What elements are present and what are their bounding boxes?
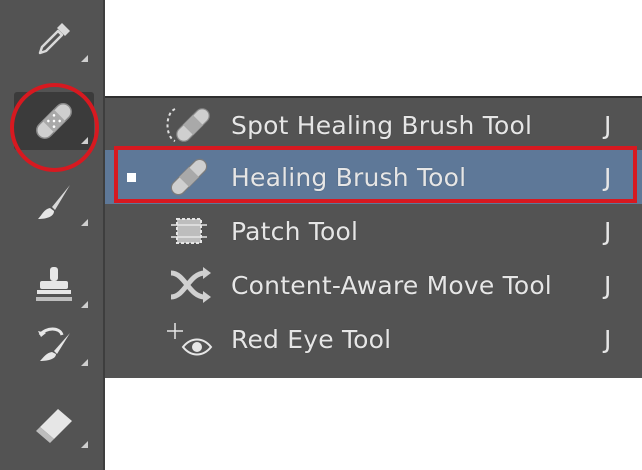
menu-item-shortcut: J	[604, 216, 612, 246]
menu-item-content-aware-move[interactable]: Content-Aware Move Tool J	[105, 258, 642, 312]
menu-item-shortcut: J	[604, 162, 612, 192]
eyedropper-icon	[32, 17, 76, 61]
selected-bullet	[127, 172, 136, 182]
menu-item-red-eye[interactable]: Red Eye Tool J	[105, 312, 642, 366]
bandage-icon	[159, 155, 219, 199]
healing-brush-tool-button[interactable]	[14, 92, 94, 150]
menu-item-spot-healing-brush[interactable]: Spot Healing Brush Tool J	[105, 98, 642, 152]
healing-tools-flyout-menu: Spot Healing Brush Tool J Healing Brush …	[105, 96, 642, 378]
menu-item-label: Healing Brush Tool	[231, 162, 467, 192]
stamp-icon	[32, 263, 76, 307]
bandage-icon	[29, 96, 79, 146]
spot-healing-icon	[159, 103, 219, 147]
eraser-icon	[32, 403, 76, 447]
eraser-tool-button[interactable]	[14, 396, 94, 454]
history-brush-icon	[32, 321, 76, 365]
content-aware-move-icon	[159, 263, 219, 307]
history-brush-tool-button[interactable]	[14, 314, 94, 372]
menu-item-patch[interactable]: Patch Tool J	[105, 204, 642, 258]
menu-item-healing-brush[interactable]: Healing Brush Tool J	[105, 150, 642, 204]
eyedropper-tool-button[interactable]	[14, 10, 94, 68]
menu-item-label: Spot Healing Brush Tool	[231, 110, 533, 140]
menu-item-shortcut: J	[604, 324, 612, 354]
patch-icon	[159, 209, 219, 253]
clone-stamp-tool-button[interactable]	[14, 256, 94, 314]
menu-item-shortcut: J	[604, 110, 612, 140]
red-eye-icon	[159, 317, 219, 361]
brush-icon	[32, 181, 76, 225]
menu-item-label: Patch Tool	[231, 216, 359, 246]
menu-item-shortcut: J	[604, 270, 612, 300]
tools-panel	[0, 0, 105, 470]
menu-item-label: Content-Aware Move Tool	[231, 270, 552, 300]
brush-tool-button[interactable]	[14, 174, 94, 232]
menu-item-label: Red Eye Tool	[231, 324, 392, 354]
